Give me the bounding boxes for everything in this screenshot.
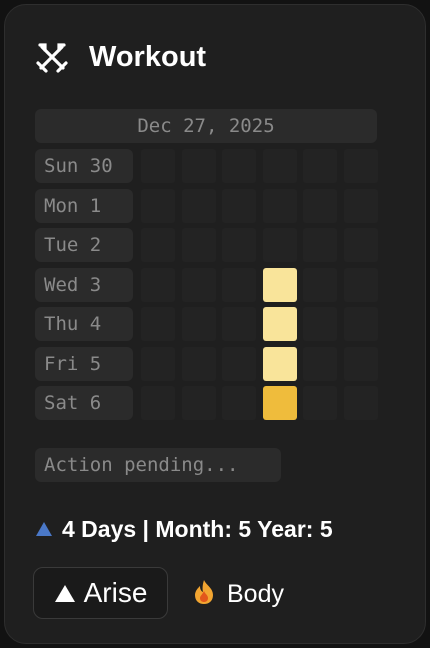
calendar-cell[interactable] [344, 307, 378, 341]
calendar-cell[interactable] [222, 149, 256, 183]
calendar-cell[interactable] [303, 347, 337, 381]
widget-title: Workout [89, 40, 207, 73]
calendar-cell[interactable] [141, 189, 175, 223]
calendar-cell[interactable] [182, 149, 216, 183]
calendar-cell[interactable] [182, 347, 216, 381]
calendar-cell[interactable] [141, 228, 175, 262]
calendar-cell-filled[interactable] [263, 386, 297, 420]
day-label: Tue 2 [35, 228, 133, 262]
calendar-cell[interactable] [182, 307, 216, 341]
calendar-cell[interactable] [222, 189, 256, 223]
calendar-cell[interactable] [182, 189, 216, 223]
day-label: Thu 4 [35, 307, 133, 341]
calendar-cell[interactable] [141, 347, 175, 381]
streak-summary: 4 Days | Month: 5 Year: 5 [35, 513, 333, 545]
calendar-cell[interactable] [141, 149, 175, 183]
calendar-cell[interactable] [303, 386, 337, 420]
streak-text: 4 Days | Month: 5 Year: 5 [62, 515, 333, 542]
triangle-up-icon [35, 520, 53, 538]
calendar-cell[interactable] [303, 228, 337, 262]
calendar-cell[interactable] [141, 268, 175, 302]
calendar-cell[interactable] [303, 189, 337, 223]
day-label: Mon 1 [35, 189, 133, 223]
calendar-cell[interactable] [344, 386, 378, 420]
calendar-cell[interactable] [182, 228, 216, 262]
calendar-cell[interactable] [222, 347, 256, 381]
calendar-cell[interactable] [141, 386, 175, 420]
day-label: Wed 3 [35, 268, 133, 302]
widget-header: Workout [33, 37, 206, 77]
calendar-cell[interactable] [344, 268, 378, 302]
calendar-cell[interactable] [263, 149, 297, 183]
calendar-cell[interactable] [344, 347, 378, 381]
calendar-cell[interactable] [141, 307, 175, 341]
calendar-cell[interactable] [182, 268, 216, 302]
calendar-cell[interactable] [222, 228, 256, 262]
calendar-cell[interactable] [344, 189, 378, 223]
day-label: Sun 30 [35, 149, 133, 183]
arise-button-label: Arise [83, 577, 148, 608]
calendar-cell[interactable] [303, 149, 337, 183]
calendar-cell[interactable] [303, 307, 337, 341]
workout-widget: Workout Dec 27, 2025 Sun 30 Mon 1 Tue 2 Wed… [4, 4, 426, 644]
triangle-up-icon [54, 583, 76, 603]
calendar-cell-filled[interactable] [263, 268, 297, 302]
calendar-cell-filled[interactable] [263, 307, 297, 341]
arise-button[interactable]: Arise [33, 567, 168, 619]
calendar-cell[interactable] [344, 149, 378, 183]
day-label: Sat 6 [35, 386, 133, 420]
calendar-cell-filled[interactable] [263, 347, 297, 381]
calendar-cell[interactable] [263, 228, 297, 262]
calendar-cell[interactable] [222, 307, 256, 341]
flame-icon [191, 578, 217, 611]
calendar-cell[interactable] [263, 189, 297, 223]
category-tag[interactable]: Body [191, 577, 286, 611]
day-label: Fri 5 [35, 347, 133, 381]
calendar-cell[interactable] [222, 386, 256, 420]
calendar-cell[interactable] [222, 268, 256, 302]
calendar-cell[interactable] [303, 268, 337, 302]
calendar-cell[interactable] [344, 228, 378, 262]
crossed-swords-icon [33, 38, 71, 76]
category-tag-label: Body [227, 579, 284, 608]
status-text: Action pending... [35, 448, 281, 482]
calendar-date-header: Dec 27, 2025 [35, 109, 377, 143]
calendar-cell[interactable] [182, 386, 216, 420]
